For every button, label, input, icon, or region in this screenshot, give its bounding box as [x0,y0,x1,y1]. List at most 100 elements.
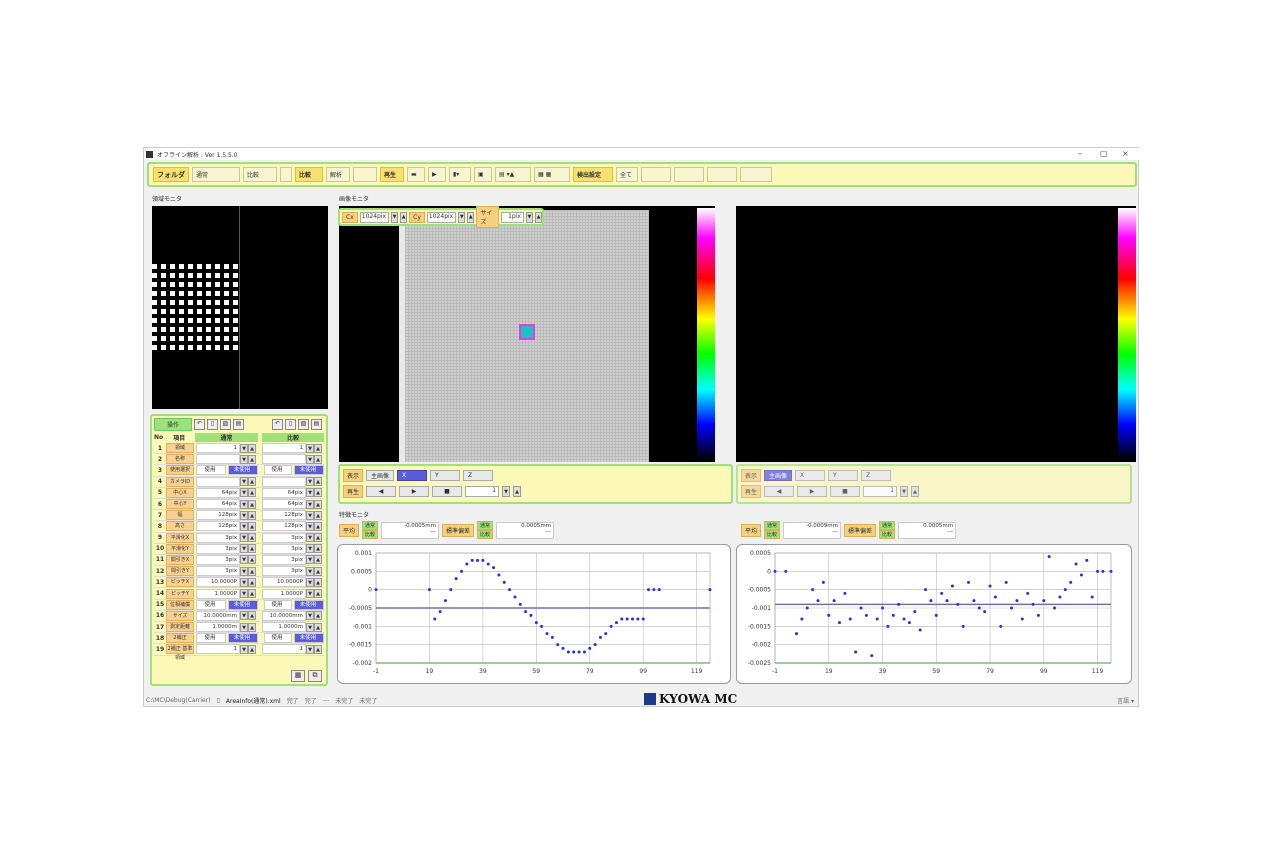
param-value[interactable]: 128pix [196,510,240,521]
up-arrow-icon[interactable]: ▲ [314,488,322,498]
all-button[interactable]: 全て [616,167,638,182]
up-arrow-icon[interactable]: ▲ [248,499,256,509]
param-value[interactable]: 128pix [196,521,240,532]
down-arrow-icon[interactable]: ▼ [240,454,248,464]
param-compare-value[interactable]: 64pix [262,499,306,510]
up-arrow-icon[interactable]: ▲ [314,611,322,621]
toolbar-button-17[interactable] [740,167,772,182]
close-button[interactable]: × [1122,149,1129,158]
size-up-icon[interactable]: ▲ [534,211,543,223]
prev-icon[interactable]: ◀ [366,486,397,497]
up-arrow-icon[interactable]: ▲ [248,611,256,621]
down-arrow-icon[interactable]: ▼ [306,521,314,531]
undo-icon[interactable]: ↶ [194,419,205,430]
down-arrow-icon[interactable]: ▼ [240,589,248,599]
down-arrow-icon[interactable]: ▼ [240,499,248,509]
param-compare-value[interactable]: 64pix [262,487,306,498]
frame-down-icon[interactable]: ▼ [502,486,511,497]
cy-up-icon[interactable]: ▲ [467,211,475,223]
secondary-image-view[interactable] [736,206,1136,462]
param-compare-value[interactable]: 128pix [262,521,306,532]
param-compare-value[interactable]: 1 [262,443,306,454]
selection-marker[interactable] [519,324,535,340]
copy-window-icon[interactable]: ⧉ [308,670,322,682]
copy-icon[interactable]: ▧ [298,419,309,430]
x-button[interactable]: X [397,470,428,481]
param-unuse-button[interactable]: 未使用 [294,633,324,644]
up-arrow-icon[interactable]: ▲ [248,488,256,498]
down-arrow-icon[interactable]: ▼ [306,622,314,632]
param-value[interactable]: 64pix [196,499,240,510]
up-arrow-icon[interactable]: ▲ [248,566,256,576]
down-arrow-icon[interactable]: ▼ [306,454,314,464]
down-arrow-icon[interactable]: ▼ [306,544,314,554]
down-arrow-icon[interactable]: ▼ [306,566,314,576]
param-value[interactable]: 1.0000P [196,588,240,599]
param-value[interactable] [196,476,240,487]
up-arrow-icon[interactable]: ▲ [248,477,256,487]
toolbar-button-14[interactable] [641,167,671,182]
trend-chart-right[interactable]: 0.0005 0 -0.0005 -0.001 -0.0015 -0.002 -0.0025… [736,544,1132,684]
frame-input-2[interactable]: 1 [863,486,898,497]
up-arrow-icon[interactable]: ▲ [314,622,322,632]
down-arrow-icon[interactable]: ▼ [306,589,314,599]
down-arrow-icon[interactable]: ▼ [240,533,248,543]
param-use-button[interactable]: 使用 [264,599,292,610]
up-arrow-icon[interactable]: ▲ [248,443,256,453]
down-arrow-icon[interactable]: ▼ [240,622,248,632]
new-file-icon[interactable]: ▯ [285,419,296,430]
param-use-button[interactable]: 使用 [264,633,292,644]
param-compare-value[interactable]: 1 [262,644,306,655]
up-arrow-icon[interactable]: ▲ [314,566,322,576]
x-button-2[interactable]: X [795,470,826,481]
down-arrow-icon[interactable]: ▼ [240,488,248,498]
down-arrow-icon[interactable]: ▼ [240,577,248,587]
toolbar-icon-button-5[interactable]: ▤ ▾▲ [495,167,531,182]
down-arrow-icon[interactable]: ▼ [240,566,248,576]
size-input[interactable]: 1pix [501,211,524,223]
param-use-button[interactable]: 使用 [196,633,226,644]
up-arrow-icon[interactable]: ▲ [314,499,322,509]
param-unuse-button[interactable]: 未使用 [294,599,324,610]
param-value[interactable]: 1 [196,443,240,454]
down-arrow-icon[interactable]: ▼ [240,510,248,520]
down-arrow-icon[interactable]: ▼ [306,488,314,498]
cx-input[interactable]: 1024pix [359,211,390,223]
up-arrow-icon[interactable]: ▲ [248,533,256,543]
cx-up-icon[interactable]: ▲ [400,211,408,223]
param-compare-value[interactable]: 3pix [262,543,306,554]
up-arrow-icon[interactable]: ▲ [248,555,256,565]
copy-icon[interactable]: ▧ [220,419,231,430]
param-unuse-button[interactable]: 未使用 [228,633,258,644]
down-arrow-icon[interactable]: ▼ [240,644,248,654]
param-compare-value[interactable]: 10.0000P [262,577,306,588]
down-arrow-icon[interactable]: ▼ [306,477,314,487]
param-value[interactable]: 3pix [196,543,240,554]
up-arrow-icon[interactable]: ▲ [314,555,322,565]
stop-icon[interactable]: ■ [830,486,861,497]
folder-button[interactable]: フォルダ [153,167,189,182]
up-arrow-icon[interactable]: ▲ [248,577,256,587]
down-arrow-icon[interactable]: ▼ [306,644,314,654]
down-arrow-icon[interactable]: ▼ [240,611,248,621]
play-icon[interactable]: ▶ [797,486,828,497]
up-arrow-icon[interactable]: ▲ [248,510,256,520]
down-arrow-icon[interactable]: ▼ [306,499,314,509]
minimize-button[interactable]: – [1078,149,1082,158]
toolbar-analysis-button[interactable]: 解析 [326,167,350,182]
up-arrow-icon[interactable]: ▲ [314,521,322,531]
play-icon[interactable]: ▶ [399,486,430,497]
param-value[interactable]: 1 [196,644,240,655]
up-arrow-icon[interactable]: ▲ [314,544,322,554]
param-compare-value[interactable]: 3pix [262,532,306,543]
down-arrow-icon[interactable]: ▼ [306,533,314,543]
down-arrow-icon[interactable]: ▼ [240,443,248,453]
toolbar-icon-button-6[interactable]: ▦ ▦ [534,167,570,182]
up-arrow-icon[interactable]: ▲ [248,589,256,599]
param-value[interactable]: 64pix [196,487,240,498]
down-arrow-icon[interactable]: ▼ [240,544,248,554]
frame-down-icon[interactable]: ▼ [900,486,909,497]
new-file-icon[interactable]: ▯ [207,419,218,430]
param-compare-value[interactable]: 1.0000P [262,588,306,599]
toolbar-icon-button-3[interactable]: ▮▾ [449,167,471,182]
